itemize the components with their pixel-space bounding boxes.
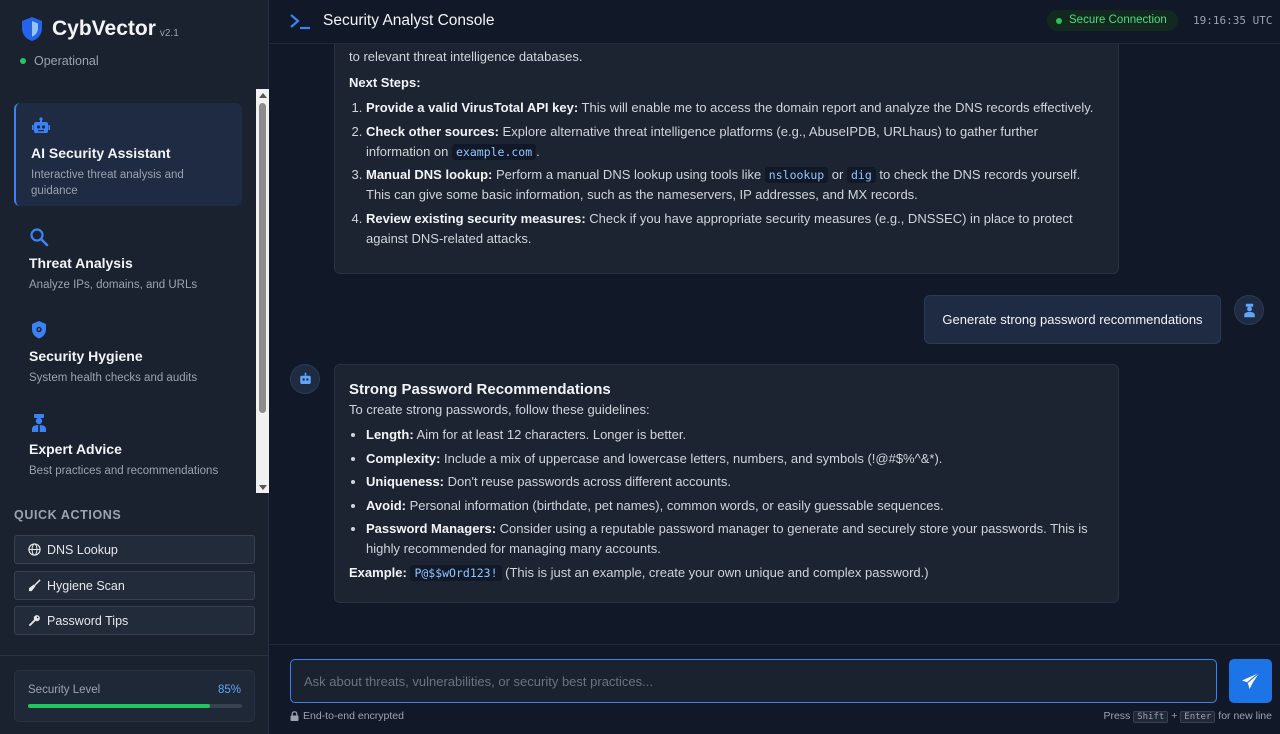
list-item: Provide a valid VirusTotal API key: This… [366, 98, 1104, 118]
qa-label: Password Tips [47, 613, 129, 628]
inline-code: nslookup [764, 167, 829, 183]
nav-desc: Best practices and recommendations [29, 465, 219, 477]
chat-messages[interactable]: to relevant threat intelligence database… [270, 44, 1280, 644]
user-avatar [1234, 295, 1264, 325]
security-level-label: Security Level [28, 684, 101, 696]
globe-icon [28, 543, 41, 556]
nav-title: Threat Analysis [29, 255, 133, 271]
shield-logo-icon [22, 17, 42, 41]
top-header: Security Analyst Console Secure Connecti… [270, 0, 1280, 44]
lock-icon [290, 711, 299, 721]
robot-icon [32, 117, 50, 133]
sidebar: CybVector v2.1 Operational AI Security A… [0, 0, 269, 734]
app-name: CybVector [52, 17, 156, 40]
hygiene-scan-button[interactable]: Hygiene Scan [14, 571, 255, 600]
user-tie-icon [1244, 303, 1255, 318]
kbd-shift: Shift [1133, 711, 1169, 723]
status-text: Operational [34, 54, 99, 68]
keyboard-hint: Press Shift + Enter for new line [1103, 710, 1272, 723]
nav-desc: System health checks and audits [29, 372, 198, 384]
shield-virus-icon [32, 321, 46, 339]
security-level-fill [28, 704, 210, 708]
sidebar-item-security-hygiene[interactable]: Security Hygiene System health checks an… [14, 306, 242, 392]
status-dot-icon [20, 58, 26, 64]
list-item: Length: Aim for at least 12 characters. … [366, 425, 1104, 445]
secure-connection-badge: Secure Connection [1047, 10, 1178, 31]
assistant-avatar [290, 364, 320, 394]
expert-icon [32, 414, 46, 432]
broom-icon [28, 579, 41, 592]
nav-desc: Interactive threat analysis and guidance [31, 169, 184, 197]
input-area: End-to-end encrypted Press Shift + Enter… [270, 644, 1280, 734]
sidebar-item-threat-analysis[interactable]: Threat Analysis Analyze IPs, domains, an… [14, 213, 242, 299]
qa-label: DNS Lookup [47, 542, 118, 557]
divider [0, 655, 269, 656]
password-tips-button[interactable]: Password Tips [14, 606, 255, 635]
list-item: Password Managers: Consider using a repu… [366, 519, 1104, 559]
inline-code: example.com [452, 143, 537, 160]
qa-label: Hygiene Scan [47, 578, 125, 593]
password-guidelines-list: Length: Aim for at least 12 characters. … [349, 425, 1104, 559]
assistant-message: Strong Password Recommendations To creat… [334, 364, 1119, 603]
paper-plane-icon [1241, 672, 1260, 690]
send-button[interactable] [1229, 659, 1272, 703]
page-title: Security Analyst Console [323, 12, 495, 29]
quick-actions-heading: QUICK ACTIONS [14, 508, 122, 522]
next-steps-heading: Next Steps: [349, 75, 421, 90]
msg-text: to relevant threat intelligence database… [349, 49, 583, 64]
sidebar-item-expert-advice[interactable]: Expert Advice Best practices and recomme… [14, 399, 242, 485]
dns-lookup-button[interactable]: DNS Lookup [14, 535, 255, 564]
sidebar-item-ai-assistant[interactable]: AI Security Assistant Interactive threat… [14, 103, 242, 206]
list-item: Manual DNS lookup: Perform a manual DNS … [366, 165, 1104, 205]
clock: 19:16:35 UTC [1193, 14, 1273, 27]
nav-title: AI Security Assistant [31, 145, 171, 161]
security-level-card: Security Level 85% [14, 670, 255, 722]
security-level-track [28, 704, 242, 708]
app-version: v2.1 [159, 28, 179, 39]
brand[interactable]: CybVector v2.1 [20, 16, 179, 42]
example-line: Example: P@$$wOrd123! (This is just an e… [349, 564, 929, 581]
secure-text: Secure Connection [1069, 14, 1167, 26]
sidebar-nav: AI Security Assistant Interactive threat… [0, 89, 269, 493]
robot-icon [300, 372, 311, 384]
scroll-up-arrow-icon[interactable] [259, 93, 267, 98]
chat-input[interactable] [290, 659, 1217, 703]
search-icon [30, 228, 49, 247]
key-icon [28, 615, 40, 627]
assistant-message: to relevant threat intelligence database… [334, 44, 1119, 274]
nav-desc: Analyze IPs, domains, and URLs [29, 279, 198, 291]
kbd-enter: Enter [1180, 711, 1216, 723]
nav-title: Expert Advice [29, 441, 122, 457]
list-item: Avoid: Personal information (birthdate, … [366, 496, 1104, 516]
sidebar-scrollbar[interactable] [256, 89, 269, 493]
secure-dot-icon [1056, 18, 1062, 24]
list-item: Check other sources: Explore alternative… [366, 122, 1104, 162]
scroll-down-arrow-icon[interactable] [259, 485, 267, 490]
scroll-thumb[interactable] [259, 103, 266, 413]
user-message: Generate strong password recommendations [924, 295, 1221, 344]
list-item: Uniqueness: Don't reuse passwords across… [366, 472, 1104, 492]
list-item: Complexity: Include a mix of uppercase a… [366, 449, 1104, 469]
list-item: Review existing security measures: Check… [366, 209, 1104, 249]
security-level-value: 85% [217, 684, 241, 696]
encryption-text: End-to-end encrypted [303, 710, 404, 722]
message-title: Strong Password Recommendations [349, 381, 611, 398]
msg-text: To create strong passwords, follow these… [349, 402, 650, 417]
status-indicator: Operational [20, 54, 99, 68]
encryption-note: End-to-end encrypted [290, 710, 404, 722]
terminal-icon [290, 14, 310, 30]
nav-title: Security Hygiene [29, 348, 143, 364]
inline-code: P@$$wOrd123! [410, 564, 502, 581]
inline-code: dig [846, 167, 876, 183]
next-steps-list: Provide a valid VirusTotal API key: This… [349, 98, 1104, 249]
